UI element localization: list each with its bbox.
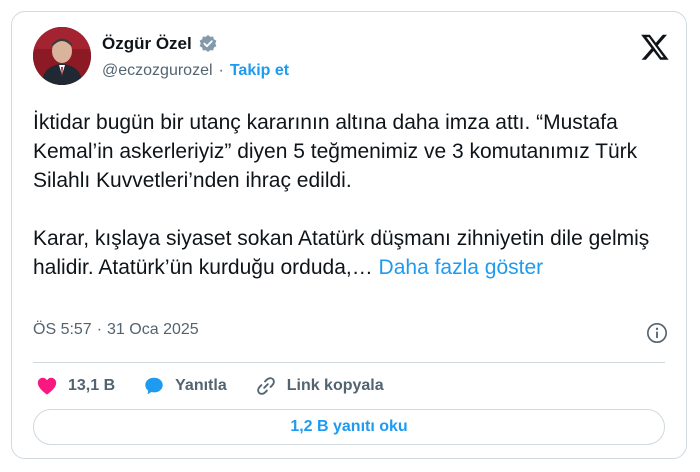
follow-button[interactable]: Takip et (230, 62, 289, 80)
author-handle[interactable]: @eczozgurozel (102, 62, 213, 80)
divider (33, 362, 665, 363)
meta-separator: · (96, 321, 103, 338)
author-name[interactable]: Özgür Özel (102, 34, 192, 54)
tweet-paragraph-2-text: Karar, kışlaya siyaset sokan Atatürk düş… (33, 227, 650, 279)
reply-label: Yanıtla (175, 377, 227, 394)
action-bar: 13,1 B Yanıtla Link kopyala (36, 374, 412, 398)
reply-button[interactable]: Yanıtla (143, 375, 227, 397)
avatar[interactable] (33, 27, 91, 85)
x-logo-icon[interactable] (640, 32, 670, 62)
copy-link-button[interactable]: Link kopyala (255, 375, 384, 397)
reply-bubble-icon (145, 377, 163, 395)
tweet-card: Özgür Özel @eczozgurozel · Takip et İkti… (11, 11, 687, 459)
read-replies-label: 1,2 B yanıtı oku (290, 418, 408, 435)
info-icon[interactable] (646, 322, 668, 344)
like-button[interactable]: 13,1 B (36, 375, 115, 397)
tweet-paragraph-2: Karar, kışlaya siyaset sokan Atatürk düş… (33, 224, 673, 282)
author-name-row: Özgür Özel (102, 32, 218, 56)
copy-link-label: Link kopyala (286, 377, 384, 394)
tweet-paragraph-1: İktidar bugün bir utanç kararının altına… (33, 111, 638, 192)
show-more-link[interactable]: Daha fazla göster (379, 256, 544, 279)
tweet-time: ÖS 5:57 (33, 321, 92, 338)
heart-icon (37, 377, 57, 395)
tweet-date: 31 Oca 2025 (107, 321, 199, 338)
verified-badge-icon (199, 34, 217, 52)
link-icon (256, 377, 275, 395)
like-count: 13,1 B (68, 377, 116, 394)
tweet-timestamp[interactable]: ÖS 5:57 · 31 Oca 2025 (33, 321, 199, 339)
author-handle-row: @eczozgurozel · Takip et (102, 62, 289, 80)
read-replies-button[interactable]: 1,2 B yanıtı oku (33, 409, 665, 445)
handle-separator: · (218, 62, 224, 79)
tweet-text: İktidar bugün bir utanç kararının altına… (33, 108, 673, 282)
